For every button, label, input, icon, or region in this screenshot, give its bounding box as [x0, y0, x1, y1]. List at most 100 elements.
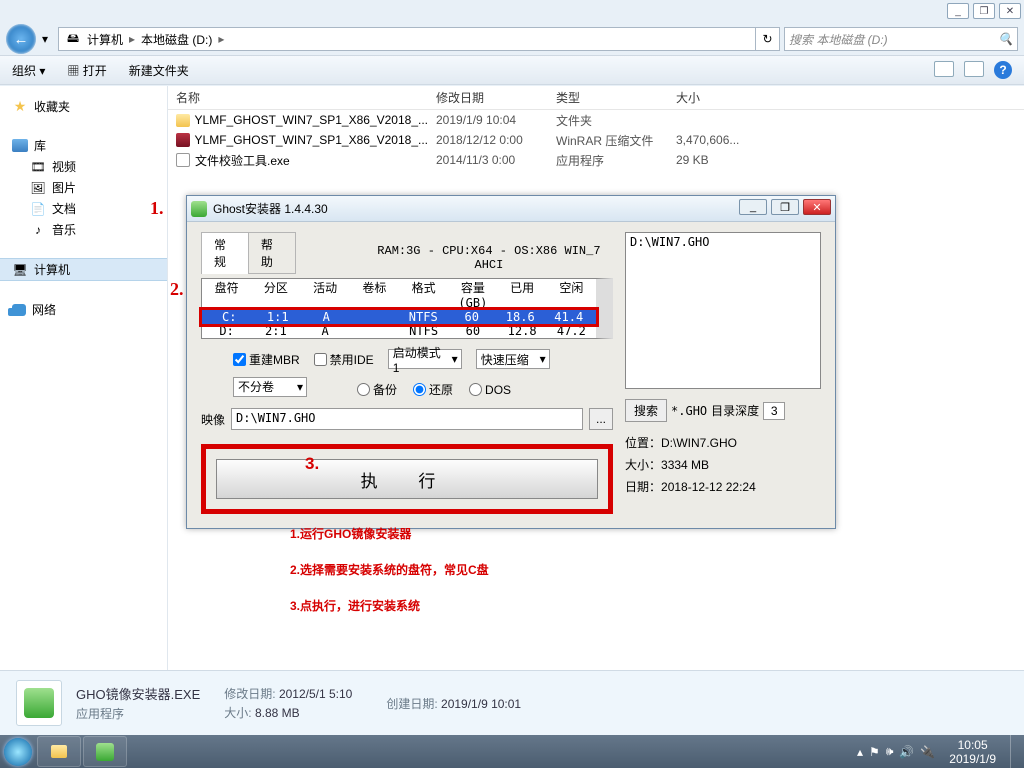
annotation-lines: 1.运行GHO镜像安装器 2.选择需要安装系统的盘符，常见C盘 3.点执行，进行…	[290, 516, 489, 624]
back-button[interactable]: ←	[6, 24, 36, 54]
history-dropdown[interactable]: ▾	[38, 29, 52, 49]
volume-icon[interactable]: 🔊	[899, 745, 914, 759]
search-gho-button[interactable]: 搜索	[625, 399, 667, 422]
folder-icon	[176, 114, 190, 127]
compress-select[interactable]: 快速压缩	[476, 349, 550, 369]
explorer-navbar: ← ▾ 🖴 计算机 ▸ 本地磁盘 (D:) ▸ ↻ 搜索 本地磁盘 (D:) 🔍	[0, 24, 1024, 54]
file-row[interactable]: 文件校验工具.exe2014/11/3 0:00应用程序29 KB	[168, 150, 1024, 170]
browse-button[interactable]: ...	[589, 408, 613, 430]
network-tray-icon[interactable]: 🕪	[886, 744, 894, 759]
taskbar-explorer[interactable]	[37, 736, 81, 767]
image-path-input[interactable]: D:\WIN7.GHO	[231, 408, 583, 430]
tray-expand-icon[interactable]: ▴	[857, 745, 863, 759]
star-icon: ★	[12, 100, 28, 114]
video-icon: 🎞	[30, 160, 46, 174]
ext-label: *.GHO	[671, 404, 707, 418]
rar-icon	[176, 133, 190, 147]
disk-table: 盘符分区活动卷标格式容量(GB)已用空闲 C:1:1ANTFS6018.641.…	[201, 278, 613, 339]
col-size[interactable]: 大小	[668, 89, 778, 106]
sidebar-libraries[interactable]: 库	[0, 135, 167, 156]
address-bar[interactable]: 🖴 计算机 ▸ 本地磁盘 (D:) ▸	[58, 27, 756, 51]
computer-icon: 🖥	[12, 263, 28, 277]
execute-button[interactable]: 执 行	[216, 459, 598, 499]
boot-mode-select[interactable]: 启动模式1	[388, 349, 462, 369]
new-folder-button[interactable]: 新建文件夹	[129, 62, 189, 79]
breadcrumb-sep-icon: ▸	[218, 32, 224, 46]
dialog-title: Ghost安装器 1.4.4.30	[213, 200, 328, 217]
ghost-installer-dialog: Ghost安装器 1.4.4.30 _ ❐ ✕ 常规 帮助 RAM:3G - C…	[186, 195, 836, 529]
dialog-icon	[191, 201, 207, 217]
taskbar: ▴ ⚑ 🕪 🔊 🔌 10:05 2019/1/9	[0, 735, 1024, 768]
depth-input[interactable]	[763, 402, 785, 420]
annotation-3: 3.	[305, 454, 319, 474]
disk-row[interactable]: C:1:1ANTFS6018.641.4	[199, 307, 599, 327]
preview-pane-button[interactable]	[964, 61, 984, 77]
minimize-button[interactable]: _	[947, 3, 969, 19]
annotation-1: 1.	[150, 198, 164, 219]
tab-general[interactable]: 常规	[201, 232, 249, 274]
help-button[interactable]: ?	[994, 61, 1012, 79]
dialog-minimize-button[interactable]: _	[739, 199, 767, 215]
dialog-maximize-button[interactable]: ❐	[771, 199, 799, 215]
details-pane: GHO镜像安装器.EXE 应用程序 修改日期: 2012/5/1 5:10 大小…	[0, 670, 1024, 735]
restore-radio[interactable]: 还原	[413, 381, 453, 398]
sidebar-item-pictures[interactable]: 🖼图片	[0, 177, 167, 198]
col-name[interactable]: 名称	[168, 89, 428, 106]
file-thumbnail	[16, 680, 62, 726]
breadcrumb-disk[interactable]: 本地磁盘 (D:)	[141, 31, 212, 48]
gho-list[interactable]: D:\WIN7.GHO	[625, 232, 821, 389]
network-icon	[12, 304, 26, 316]
system-info: RAM:3G - CPU:X64 - OS:X86 WIN_7 AHCI	[365, 244, 613, 278]
search-placeholder: 搜索 本地磁盘 (D:)	[789, 31, 888, 48]
library-icon	[12, 139, 28, 152]
close-button[interactable]: ✕	[999, 3, 1021, 19]
file-row[interactable]: YLMF_GHOST_WIN7_SP1_X86_V2018_...2018/12…	[168, 130, 1024, 150]
split-select[interactable]: 不分卷	[233, 377, 307, 397]
view-options-button[interactable]	[934, 61, 954, 77]
sidebar-favorites[interactable]: ★收藏夹	[0, 96, 167, 117]
power-icon[interactable]: 🔌	[920, 745, 935, 759]
col-type[interactable]: 类型	[548, 89, 668, 106]
exe-icon	[176, 153, 190, 167]
explorer-sidebar: ★收藏夹 库 🎞视频 🖼图片 📄文档 ♪音乐 🖥计算机 网络	[0, 86, 168, 670]
dialog-tabs: 常规 帮助	[201, 232, 295, 274]
file-row[interactable]: YLMF_GHOST_WIN7_SP1_X86_V2018_...2019/1/…	[168, 110, 1024, 130]
col-date[interactable]: 修改日期	[428, 89, 548, 106]
sidebar-item-music[interactable]: ♪音乐	[0, 219, 167, 240]
depth-label: 目录深度	[711, 402, 759, 419]
dos-radio[interactable]: DOS	[469, 381, 511, 398]
drive-icon: 🖴	[65, 32, 81, 46]
disable-ide-checkbox[interactable]: 禁用IDE	[314, 351, 374, 368]
breadcrumb-computer[interactable]: 计算机	[87, 31, 123, 48]
sidebar-item-videos[interactable]: 🎞视频	[0, 156, 167, 177]
explorer-toolbar: 组织 ▾ ▦ 打开 新建文件夹 ?	[0, 55, 1024, 85]
search-input[interactable]: 搜索 本地磁盘 (D:) 🔍	[784, 27, 1018, 51]
image-label: 映像	[201, 411, 225, 428]
search-icon: 🔍	[998, 32, 1013, 46]
dialog-close-button[interactable]: ✕	[803, 199, 831, 215]
column-headers: 名称 修改日期 类型 大小	[168, 86, 1024, 110]
maximize-button[interactable]: ❐	[973, 3, 995, 19]
organize-menu[interactable]: 组织 ▾	[12, 62, 45, 79]
details-type: 应用程序	[76, 705, 200, 722]
breadcrumb-sep-icon: ▸	[129, 32, 135, 46]
details-name: GHO镜像安装器.EXE	[76, 684, 200, 703]
sidebar-item-documents[interactable]: 📄文档	[0, 198, 167, 219]
sidebar-computer[interactable]: 🖥计算机	[0, 258, 167, 281]
picture-icon: 🖼	[30, 181, 46, 195]
start-button[interactable]	[0, 735, 36, 768]
system-tray: ▴ ⚑ 🕪 🔊 🔌 10:05 2019/1/9	[857, 735, 1024, 768]
rebuild-mbr-checkbox[interactable]: 重建MBR	[233, 351, 300, 368]
show-desktop-button[interactable]	[1010, 735, 1018, 768]
open-button[interactable]: ▦ 打开	[67, 62, 106, 79]
ghost-icon	[96, 743, 114, 761]
refresh-button[interactable]: ↻	[756, 27, 780, 51]
music-icon: ♪	[30, 223, 46, 237]
dialog-titlebar[interactable]: Ghost安装器 1.4.4.30 _ ❐ ✕	[187, 196, 835, 222]
tab-help[interactable]: 帮助	[248, 232, 296, 274]
backup-radio[interactable]: 备份	[357, 381, 397, 398]
sidebar-network[interactable]: 网络	[0, 299, 167, 320]
action-center-icon[interactable]: ⚑	[869, 745, 880, 759]
taskbar-ghost[interactable]	[83, 736, 127, 767]
taskbar-clock[interactable]: 10:05 2019/1/9	[941, 738, 1004, 766]
